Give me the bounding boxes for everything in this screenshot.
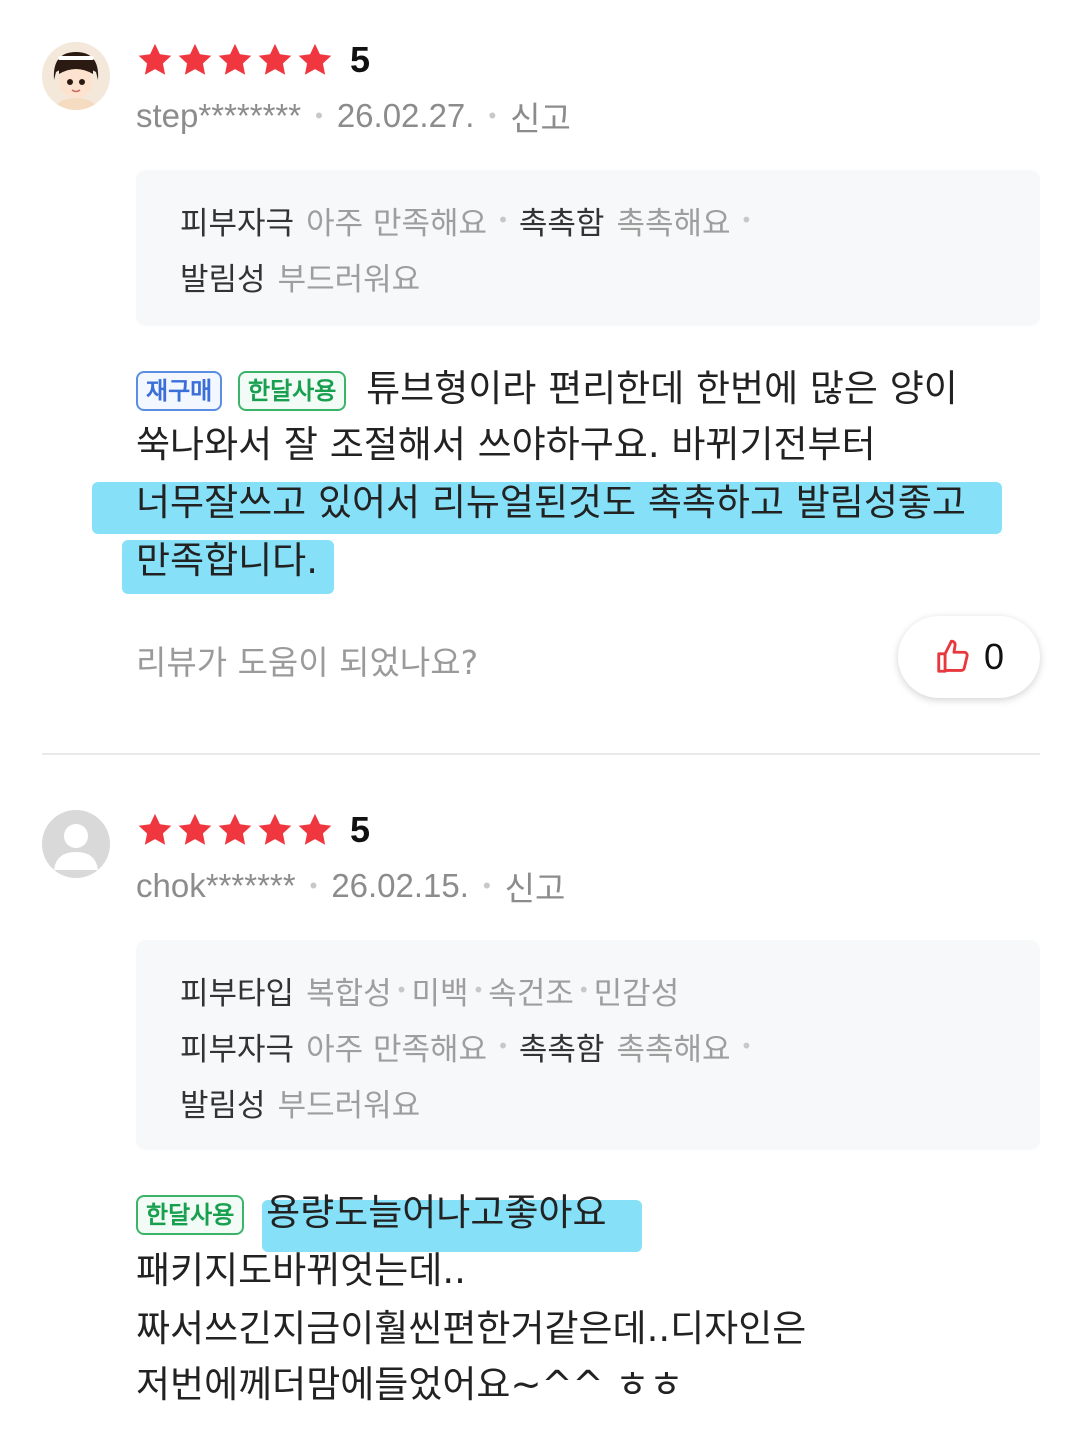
attr-val-skin-irritation: 아주 만족해요 xyxy=(306,1031,488,1068)
one-month-use-badge: 한달사용 xyxy=(238,370,347,411)
separator-dot: • xyxy=(497,208,509,232)
attr-key-spread: 발림성 xyxy=(180,1087,266,1124)
attr-val-skin-irritation: 아주 만족해요 xyxy=(306,205,488,242)
separator-dot: • xyxy=(482,873,491,898)
attr-key-skin-irritation: 피부자극 xyxy=(180,1031,295,1068)
attr-val-spread: 부드러워요 xyxy=(277,1087,421,1124)
attr-key-spread: 발림성 xyxy=(180,261,266,298)
attr-val-skin-type: 미백 xyxy=(411,975,469,1012)
attr-val-skin-type: 복합성 xyxy=(306,975,392,1012)
separator-dot: • xyxy=(472,978,485,1002)
attr-key-skin-irritation: 피부자극 xyxy=(180,205,295,242)
attribute-line: 발림성 부드러워요 xyxy=(180,1074,996,1130)
attribute-line: 피부자극 아주 만족해요 • 촉촉함 촉촉해요 • xyxy=(180,1018,996,1074)
separator-dot: • xyxy=(315,103,323,128)
attr-key-moisture: 촉촉함 xyxy=(518,205,605,242)
attr-key-moisture: 촉촉함 xyxy=(518,1031,605,1068)
review-text-line: 저번에께더맘에들었어요~^^ ㅎㅎ xyxy=(136,1363,684,1406)
rating-score: 5 xyxy=(350,39,371,80)
star-icon xyxy=(258,43,292,75)
repurchase-badge: 재구매 xyxy=(136,370,223,411)
review-meta: chok******* • 26.02.15. • 신고 xyxy=(136,866,565,907)
review-text-line: 튜브형이라 편리한데 한번에 많은 양이 xyxy=(366,367,958,410)
review-text-line: 만족합니다. xyxy=(136,539,318,582)
default-user-avatar-icon xyxy=(42,810,110,878)
review-line: 한달사용 용량도늘어나고좋아요 xyxy=(136,1184,607,1242)
rating-score: 5 xyxy=(350,809,371,850)
review-line: 재구매 한달사용 튜브형이라 편리한데 한번에 많은 양이 xyxy=(136,360,958,418)
attribute-line: 피부자극 아주 만족해요 • 촉촉함 촉촉해요 • xyxy=(180,192,996,248)
username: step******** xyxy=(136,97,302,134)
separator-dot: • xyxy=(577,978,590,1002)
username: chok******* xyxy=(136,867,296,904)
like-count: 0 xyxy=(983,636,1005,677)
star-icon xyxy=(178,43,212,75)
review-body: 재구매 한달사용 튜브형이라 편리한데 한번에 많은 양이 쑥나와서 잘 조절해… xyxy=(136,360,1040,600)
attr-val-moisture: 촉촉해요 xyxy=(616,205,731,242)
one-month-use-badge: 한달사용 xyxy=(136,1194,245,1235)
attr-val-skin-type: 속건조 xyxy=(488,975,574,1012)
star-icon xyxy=(178,813,212,845)
review-body: 한달사용 용량도늘어나고좋아요 패키지도바뀌엇는데.. 짜서쓰긴지금이훨씬편한거… xyxy=(136,1184,1040,1420)
avatar[interactable] xyxy=(42,42,110,110)
star-icon xyxy=(218,43,252,75)
separator-dot: • xyxy=(395,978,408,1002)
attr-val-spread: 부드러워요 xyxy=(277,261,421,298)
like-button[interactable]: 0 xyxy=(898,616,1040,698)
review-text-line: 짜서쓰긴지금이훨씬편한거같은데..디자인은 xyxy=(136,1307,807,1350)
review-date: 26.02.15. xyxy=(331,867,469,904)
star-icon xyxy=(298,813,332,845)
helpful-question: 리뷰가 도움이 되었나요? xyxy=(136,643,479,682)
star-icon xyxy=(218,813,252,845)
separator-dot: • xyxy=(488,103,497,128)
star-rating xyxy=(136,41,334,79)
separator-dot: • xyxy=(309,873,318,898)
attribute-line: 발림성 부드러워요 xyxy=(180,248,996,304)
attr-val-skin-type: 민감성 xyxy=(593,975,680,1012)
attribute-box: 피부자극 아주 만족해요 • 촉촉함 촉촉해요 • 발림성 부드러워요 xyxy=(136,170,1040,326)
attribute-line: 피부타입 복합성 • 미백 • 속건조 • 민감성 xyxy=(180,962,996,1018)
attr-key-skin-type: 피부타입 xyxy=(180,975,295,1012)
review-text-line: 쑥나와서 잘 조절해서 쓰야하구요. 바뀌기전부터 xyxy=(136,423,876,466)
cartoon-girl-avatar-icon xyxy=(42,42,110,110)
review-text-line: 용량도늘어나고좋아요 xyxy=(266,1191,607,1234)
star-icon xyxy=(258,813,292,845)
review-date: 26.02.27. xyxy=(336,97,475,134)
report-link[interactable]: 신고 xyxy=(510,92,571,140)
attribute-box: 피부타입 복합성 • 미백 • 속건조 • 민감성 피부자극 아주 만족해요 •… xyxy=(136,940,1040,1150)
separator-dot: • xyxy=(497,1034,509,1058)
review-text-line: 너무잘쓰고 있어서 리뉴얼된것도 촉촉하고 발림성좋고 xyxy=(136,481,966,524)
review-meta: step******** • 26.02.27. • 신고 xyxy=(136,96,571,137)
separator-dot: • xyxy=(740,208,753,232)
avatar[interactable] xyxy=(42,810,110,878)
star-rating xyxy=(136,811,334,849)
report-link[interactable]: 신고 xyxy=(505,862,566,910)
rating-row: 5 xyxy=(136,38,370,82)
star-icon xyxy=(138,43,172,75)
attr-val-moisture: 촉촉해요 xyxy=(616,1031,731,1068)
review-text-line: 패키지도바뀌엇는데.. xyxy=(136,1249,466,1292)
star-icon xyxy=(298,43,332,75)
thumbs-up-icon xyxy=(937,639,969,673)
rating-row: 5 xyxy=(136,808,370,852)
review-divider xyxy=(42,753,1040,755)
separator-dot: • xyxy=(740,1034,753,1058)
star-icon xyxy=(138,813,172,845)
